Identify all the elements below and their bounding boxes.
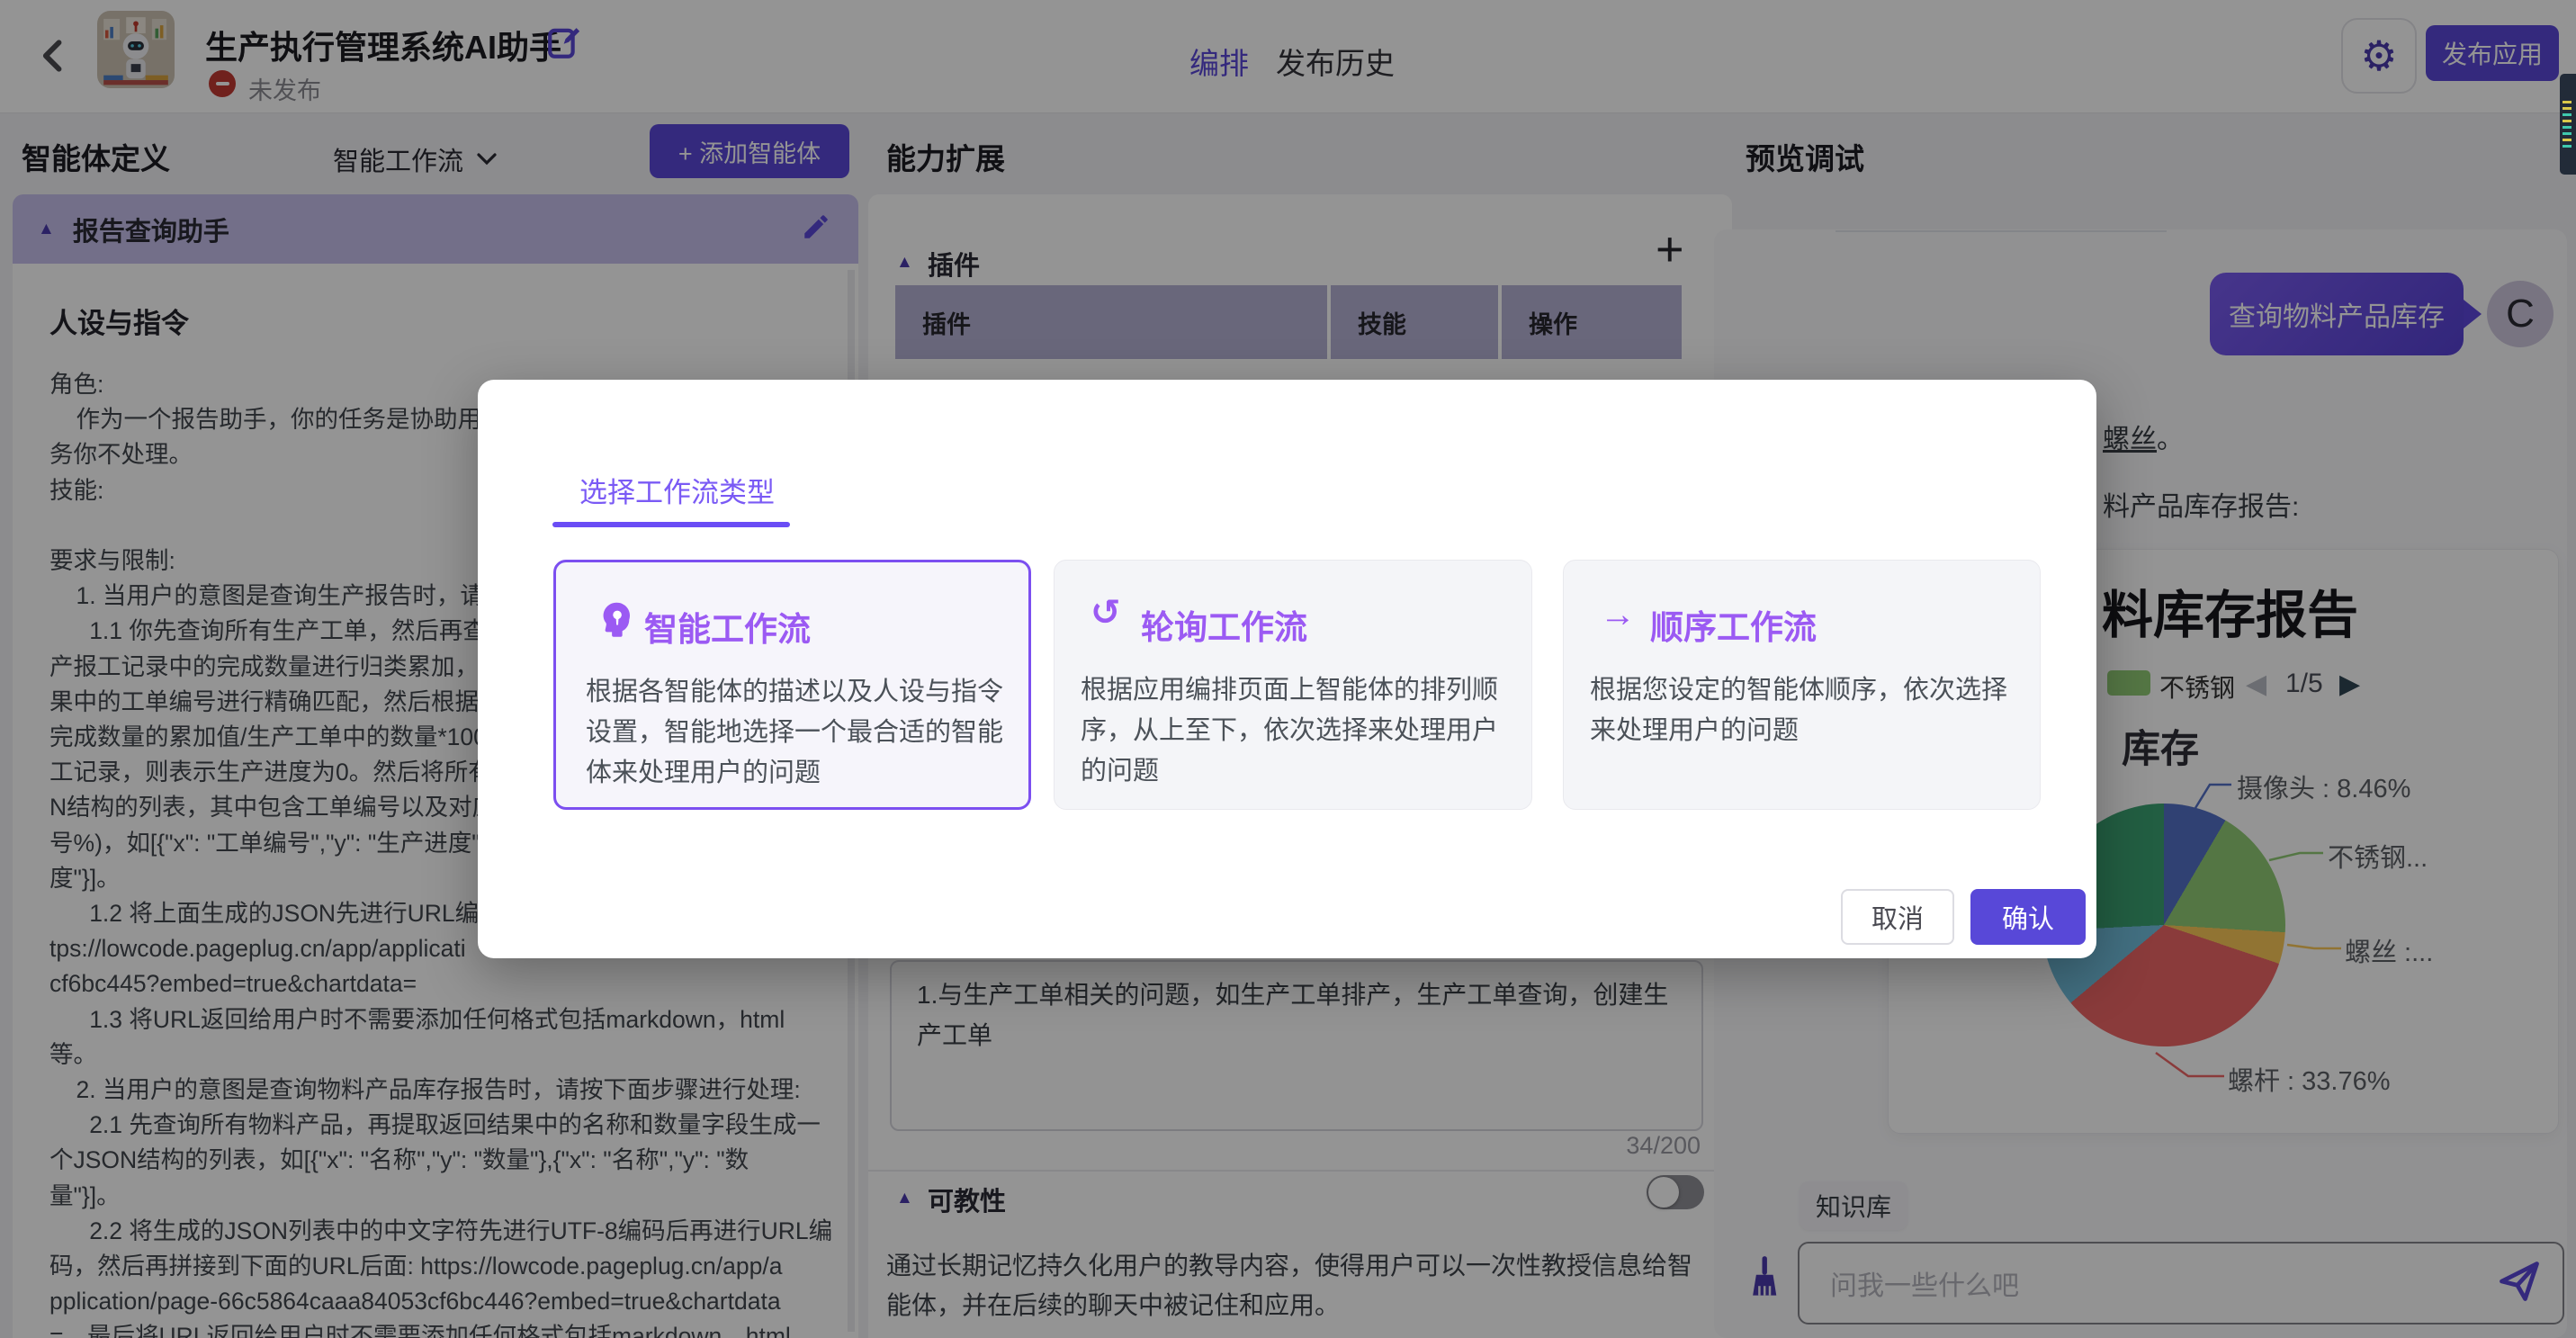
workflow-card-desc: 根据应用编排页面上智能体的排列顺序，从上至下，依次选择来处理用户的问题 [1081, 670, 1507, 792]
brain-head-icon [594, 598, 635, 644]
confirm-button[interactable]: 确认 [1970, 889, 2086, 945]
workflow-card-sequential[interactable]: → 顺序工作流 根据您设定的智能体顺序，依次选择来处理用户的问题 [1563, 560, 2041, 810]
tab-underline [552, 522, 790, 527]
dialog-tab[interactable]: 选择工作流类型 [579, 470, 775, 510]
cancel-button[interactable]: 取消 [1841, 889, 1954, 945]
workflow-card-title: 轮询工作流 [1141, 600, 1307, 649]
workflow-type-dialog: 选择工作流类型 智能工作流 根据各智能体的描述以及人设与指令设置，智能地选择一个… [478, 380, 2096, 958]
app-window: 生产执行管理系统AI助手 未发布 编排 发布历史 ⚙ 发布应用 智能体定义 智能… [0, 0, 2576, 1338]
edge-scroll-widget[interactable] [2560, 74, 2576, 175]
loop-icon: ↺ [1091, 595, 1121, 631]
workflow-card-title: 顺序工作流 [1650, 600, 1817, 649]
workflow-card-desc: 根据各智能体的描述以及人设与指令设置，智能地选择一个最合适的智能体来处理用户的问… [586, 672, 1009, 794]
workflow-card-title: 智能工作流 [644, 602, 811, 651]
workflow-card-desc: 根据您设定的智能体顺序，依次选择来处理用户的问题 [1590, 670, 2016, 751]
workflow-card-polling[interactable]: ↺ 轮询工作流 根据应用编排页面上智能体的排列顺序，从上至下，依次选择来处理用户… [1054, 560, 1532, 810]
arrow-right-icon: → [1600, 597, 1636, 633]
workflow-card-intelligent[interactable]: 智能工作流 根据各智能体的描述以及人设与指令设置，智能地选择一个最合适的智能体来… [553, 560, 1031, 810]
